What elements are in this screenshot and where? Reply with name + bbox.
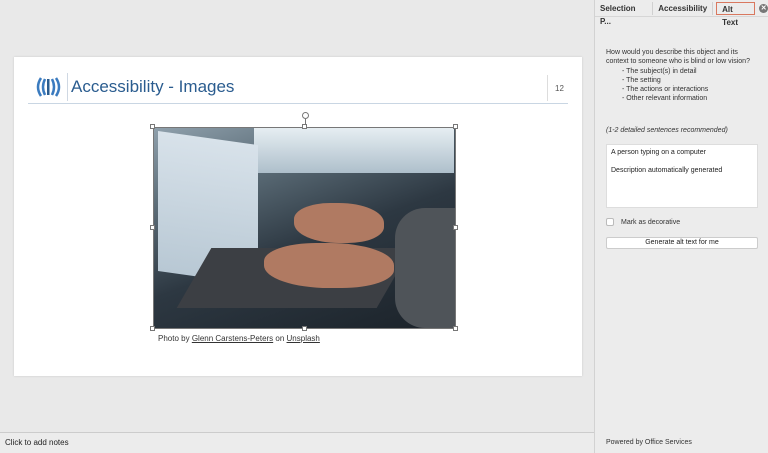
notes-area[interactable]: Click to add notes [0,432,594,453]
accessibility-logo-icon [36,77,61,97]
resize-handle[interactable] [453,124,458,129]
alt-text-input[interactable]: A person typing on a computer Descriptio… [606,144,758,208]
photo-hand [294,203,384,243]
instruction-bullet: - The setting [622,76,661,84]
title-divider [67,73,68,101]
pane-tabs: Selection P... Accessibility Alt Text ✕ [595,0,768,27]
tab-accessibility[interactable]: Accessibility [653,1,714,15]
laptop-photo[interactable] [153,127,456,329]
resize-handle[interactable] [150,326,155,331]
resize-handle[interactable] [150,124,155,129]
photo-hand [264,243,394,288]
author-link[interactable]: Glenn Carstens-Peters [192,334,273,343]
slide-title[interactable]: Accessibility - Images [71,77,234,97]
slide-canvas: Accessibility - Images 12 Photo by Glenn… [0,0,594,432]
instructions-text: How would you describe this object and i… [606,49,750,66]
powered-by-text: Powered by Office Services [606,439,692,446]
alt-text-line: Description automatically generated [611,167,723,174]
recommendation-text: (1-2 detailed sentences recommended) [606,127,728,134]
slide[interactable]: Accessibility - Images 12 Photo by Glenn… [14,57,582,376]
resize-handle[interactable] [453,326,458,331]
resize-handle[interactable] [302,326,307,331]
resize-handle[interactable] [150,225,155,230]
resize-handle[interactable] [453,225,458,230]
alt-text-pane: Selection P... Accessibility Alt Text ✕ … [594,0,768,453]
rotate-handle[interactable] [302,112,309,119]
caption-prefix: Photo by [158,334,192,343]
instruction-bullet: - The subject(s) in detail [622,67,697,75]
caption-middle: on [273,334,287,343]
alt-text-line: A person typing on a computer [611,149,706,156]
notes-placeholder: Click to add notes [5,438,69,447]
mark-decorative[interactable]: Mark as decorative [606,218,680,226]
decorative-checkbox[interactable] [606,218,614,226]
instruction-bullet: - The actions or interactions [622,86,709,94]
alt-text-instructions: How would you describe this object and i… [606,48,762,104]
photo-caption: Photo by Glenn Carstens-Peters on Unspla… [158,334,320,343]
generate-alt-text-button[interactable]: Generate alt text for me [606,237,758,249]
instruction-bullet: - Other relevant information [622,95,708,103]
resize-handle[interactable] [302,124,307,129]
page-number: 12 [547,75,567,101]
title-rule [28,103,568,104]
tab-alt-text[interactable]: Alt Text [716,1,756,27]
photo-monitor [254,128,454,173]
tab-selection-pane[interactable]: Selection P... [595,1,654,26]
source-link[interactable]: Unsplash [287,334,320,343]
decorative-label: Mark as decorative [621,218,681,226]
close-icon[interactable]: ✕ [759,3,768,13]
photo-sleeve [395,208,455,328]
